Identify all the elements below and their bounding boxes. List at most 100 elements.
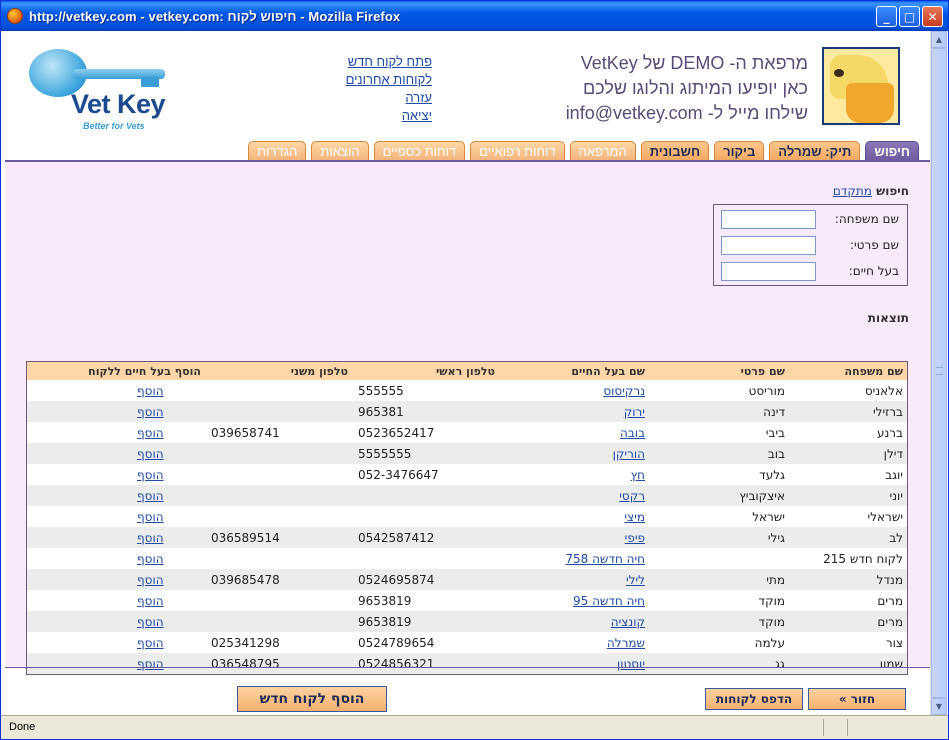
brand-name: Vet Key bbox=[71, 89, 165, 120]
cell-phone2 bbox=[205, 401, 352, 422]
add-pet-link[interactable]: הוסף bbox=[137, 594, 164, 608]
title-bar: http://vetkey.com - vetkey.com: חיפוש לק… bbox=[1, 1, 948, 31]
pet-link[interactable]: בובה bbox=[620, 426, 645, 440]
table-row: מריםמוקדחיה חדשה 959653819הוסף bbox=[27, 590, 907, 611]
table-row: ברנעביביבובה0523652417039658741הוסף bbox=[27, 422, 907, 443]
cell-phone1: 965381 bbox=[352, 401, 499, 422]
back-button[interactable]: « חזור bbox=[808, 688, 906, 710]
tab-3[interactable]: חשבונית bbox=[641, 141, 709, 161]
scroll-down-icon[interactable]: ▼ bbox=[931, 698, 947, 715]
recent-clients-link[interactable]: לקוחות אחרונים bbox=[292, 71, 432, 89]
add-pet-link[interactable]: הוסף bbox=[137, 405, 164, 419]
pet-link[interactable]: חיה חדשה 758 bbox=[565, 552, 645, 566]
col-secondary-phone: טלפון משני bbox=[205, 362, 352, 380]
col-add-pet: הוסף בעל חיים ללקוח bbox=[27, 362, 205, 380]
cell-last: מנדל bbox=[789, 569, 907, 590]
results-table-container: שם משפחה שם פרטי שם בעל החיים טלפון ראשי… bbox=[26, 361, 908, 675]
tab-8[interactable]: הגדרות bbox=[248, 141, 306, 161]
add-pet-link[interactable]: הוסף bbox=[137, 426, 164, 440]
table-row: מנדלמתילילי0524695874039685478הוסף bbox=[27, 569, 907, 590]
cell-pet: יוסטון bbox=[499, 653, 649, 674]
cell-phone1: 0542587412 bbox=[352, 527, 499, 548]
status-bar: Done bbox=[1, 715, 948, 739]
pet-link[interactable]: פיפי bbox=[625, 531, 645, 545]
logout-link[interactable]: יציאה bbox=[292, 107, 432, 125]
pet-link[interactable]: ירוק bbox=[624, 405, 645, 419]
brand-tagline: Better for Vets bbox=[83, 121, 145, 131]
add-pet-link[interactable]: הוסף bbox=[137, 657, 164, 671]
pet-link[interactable]: הוריקן bbox=[613, 447, 645, 461]
footer-divider bbox=[5, 667, 930, 668]
cell-first: מתי bbox=[649, 569, 789, 590]
pet-link[interactable]: לילי bbox=[626, 573, 645, 587]
minimize-button[interactable]: _ bbox=[876, 6, 897, 27]
add-pet-link[interactable]: הוסף bbox=[137, 468, 164, 482]
pet-link[interactable]: רקסי bbox=[619, 489, 645, 503]
pet-link[interactable]: קונציה bbox=[611, 615, 645, 629]
tab-2[interactable]: ביקור bbox=[714, 141, 764, 161]
first-name-input[interactable] bbox=[721, 236, 816, 255]
cell-add: הוסף bbox=[27, 422, 205, 443]
add-pet-link[interactable]: הוסף bbox=[137, 636, 164, 650]
pet-link[interactable]: יוסטון bbox=[617, 657, 645, 671]
table-row: מריםמוקדקונציה9653819הוסף bbox=[27, 611, 907, 632]
add-client-button[interactable]: הוסף לקוח חדש bbox=[237, 686, 387, 712]
cell-last: אלאניס bbox=[789, 380, 907, 401]
table-row: שמווגגיוסטון0524856321036548795הוסף bbox=[27, 653, 907, 674]
add-pet-link[interactable]: הוסף bbox=[137, 489, 164, 503]
add-pet-link[interactable]: הוסף bbox=[137, 384, 164, 398]
search-panel: חיפוש מתקדם שם משפחה: שם פרטי: בעל חיים:… bbox=[5, 162, 930, 667]
firefox-icon bbox=[7, 8, 23, 24]
scroll-thumb[interactable] bbox=[931, 48, 947, 698]
cell-last: דילן bbox=[789, 443, 907, 464]
add-pet-link[interactable]: הוסף bbox=[137, 573, 164, 587]
new-client-link[interactable]: פתח לקוח חדש bbox=[292, 53, 432, 71]
first-name-row: שם פרטי: bbox=[714, 233, 907, 259]
print-clients-button[interactable]: הדפס לקוחות bbox=[705, 688, 803, 710]
pet-link[interactable]: חיה חדשה 95 bbox=[573, 594, 645, 608]
cell-phone1: 5555555 bbox=[352, 443, 499, 464]
col-main-phone: טלפון ראשי bbox=[352, 362, 499, 380]
help-link[interactable]: עזרה bbox=[292, 89, 432, 107]
pet-name-input[interactable] bbox=[721, 262, 816, 281]
tab-6[interactable]: דוחות כספיים bbox=[374, 141, 466, 161]
table-row: יוגבגלעדחץ052-3476647הוסף bbox=[27, 464, 907, 485]
cell-phone1: 0524856321 bbox=[352, 653, 499, 674]
advanced-search-link[interactable]: מתקדם bbox=[833, 184, 872, 198]
tab-0[interactable]: חיפוש bbox=[865, 141, 919, 161]
tab-4[interactable]: המרפאה bbox=[570, 141, 636, 161]
cell-last: ברנע bbox=[789, 422, 907, 443]
cell-last: מרים bbox=[789, 590, 907, 611]
add-pet-link[interactable]: הוסף bbox=[137, 552, 164, 566]
page-content: מרפאת ה- DEMO של VetKey כאן יופיעו המיתו… bbox=[5, 31, 930, 715]
pet-link[interactable]: חץ bbox=[631, 468, 645, 482]
cell-first: גילי bbox=[649, 527, 789, 548]
pet-link[interactable]: נרקיסוס bbox=[603, 384, 645, 398]
tab-1[interactable]: תיק: שמרלה bbox=[769, 141, 860, 161]
cell-first: דינה bbox=[649, 401, 789, 422]
cell-add: הוסף bbox=[27, 611, 205, 632]
add-pet-link[interactable]: הוסף bbox=[137, 510, 164, 524]
pet-link[interactable]: מיצי bbox=[624, 510, 645, 524]
last-name-input[interactable] bbox=[721, 210, 816, 229]
last-name-label: שם משפחה: bbox=[835, 212, 899, 226]
search-section-title: חיפוש מתקדם bbox=[833, 184, 909, 198]
vertical-scrollbar[interactable]: ▲ ▼ bbox=[930, 31, 947, 715]
cell-first: מוריסט bbox=[649, 380, 789, 401]
maximize-button[interactable]: □ bbox=[899, 6, 920, 27]
tab-5[interactable]: דוחות רפואיים bbox=[470, 141, 564, 161]
add-pet-link[interactable]: הוסף bbox=[137, 615, 164, 629]
header-links: פתח לקוח חדש לקוחות אחרונים עזרה יציאה bbox=[292, 53, 432, 125]
clinic-line-2: כאן יופיעו המיתוג והלוגו שלכם bbox=[408, 76, 808, 101]
add-pet-link[interactable]: הוסף bbox=[137, 531, 164, 545]
add-pet-link[interactable]: הוסף bbox=[137, 447, 164, 461]
tab-7[interactable]: הוצאות bbox=[311, 141, 368, 161]
cell-phone1: 9653819 bbox=[352, 590, 499, 611]
cell-phone1 bbox=[352, 485, 499, 506]
col-last-name: שם משפחה bbox=[789, 362, 907, 380]
cell-phone1: 9653819 bbox=[352, 611, 499, 632]
cell-phone2: 025341298 bbox=[205, 632, 352, 653]
pet-link[interactable]: שמרלה bbox=[607, 636, 645, 650]
close-button[interactable]: ✕ bbox=[922, 6, 943, 27]
scroll-up-icon[interactable]: ▲ bbox=[931, 31, 947, 48]
